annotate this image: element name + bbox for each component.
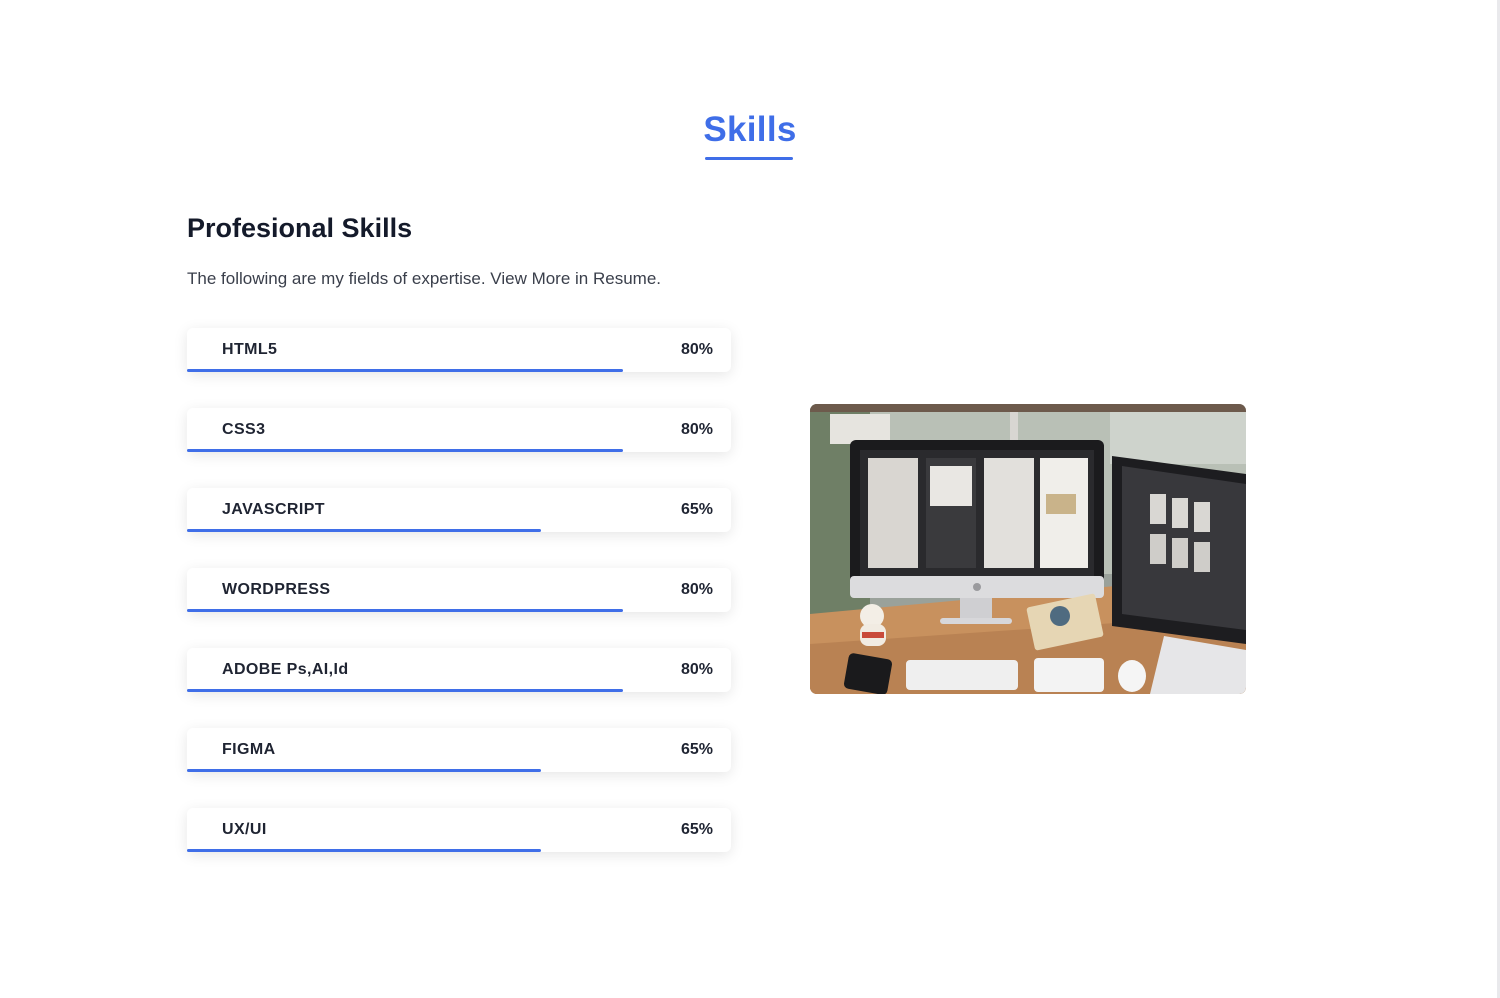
skill-progress-bar [187,849,541,852]
skill-percent: 80% [680,341,713,358]
section-title: Skills [703,110,797,149]
skill-list: HTML5 80% CSS3 80% JAVASCRIPT 65% WORDPR… [187,328,731,888]
skill-card-css3: CSS3 80% [187,408,731,452]
skill-progress-bar [187,769,541,772]
skill-card-adobe: ADOBE Ps,AI,Id 80% [187,648,731,692]
skill-percent: 80% [680,421,713,438]
skill-name: HTML5 [222,341,278,358]
skill-progress-bar [187,689,623,692]
skill-progress-bar [187,449,623,452]
skill-progress-bar [187,369,623,372]
skill-name: FIGMA [222,741,276,758]
skill-progress-bar [187,609,623,612]
skill-percent: 65% [680,821,713,838]
skill-name: ADOBE Ps,AI,Id [222,661,349,678]
skill-percent: 65% [680,501,713,518]
workspace-illustration [810,404,1246,694]
skill-percent: 80% [680,661,713,678]
skills-page: Skills Profesional Skills The following … [0,0,1500,998]
skill-card-ux-ui: UX/UI 65% [187,808,731,852]
skill-card-html5: HTML5 80% [187,328,731,372]
skill-name: UX/UI [222,821,267,838]
skill-percent: 80% [680,581,713,598]
skill-percent: 65% [680,741,713,758]
skill-name: JAVASCRIPT [222,501,325,518]
skill-card-javascript: JAVASCRIPT 65% [187,488,731,532]
section-title-underline [705,157,793,160]
skill-name: WORDPRESS [222,581,331,598]
skills-heading: Profesional Skills [187,213,413,243]
skill-card-wordpress: WORDPRESS 80% [187,568,731,612]
skill-name: CSS3 [222,421,266,438]
section-title-wrapper: Skills [0,108,1500,152]
skills-description: The following are my fields of expertise… [187,269,661,288]
workspace-photo [810,404,1246,694]
skill-progress-bar [187,529,541,532]
skill-card-figma: FIGMA 65% [187,728,731,772]
